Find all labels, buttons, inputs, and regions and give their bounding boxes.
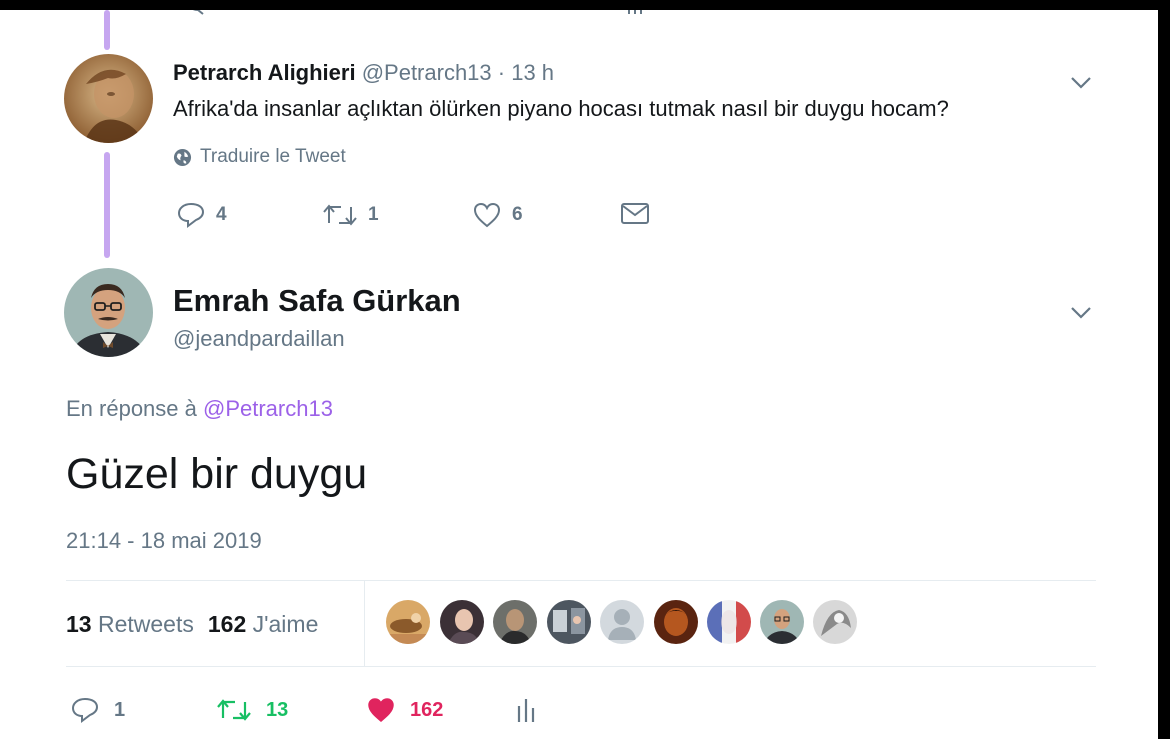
reply-count: 1 <box>114 698 126 721</box>
parent-author-handle[interactable]: @Petrarch13 <box>362 60 492 85</box>
tweet-stats: 13 Retweets 162 J'aime <box>66 611 318 638</box>
previous-tweet-actions <box>185 10 665 16</box>
parent-tweet-text: Afrika'da insanlar açlıktan ölürken piya… <box>173 96 949 121</box>
retweet-button[interactable]: 13 <box>216 696 288 724</box>
like-icon <box>473 202 501 228</box>
reply-icon <box>177 202 205 228</box>
liker-avatar[interactable] <box>654 600 698 644</box>
reply-button[interactable]: 4 <box>176 201 227 229</box>
reply-context: En réponse à @Petrarch13 <box>66 396 333 422</box>
reply-button[interactable]: 1 <box>70 696 125 724</box>
direct-message-button[interactable] <box>620 201 650 227</box>
like-button[interactable]: 162 <box>366 696 443 724</box>
analytics-button[interactable] <box>514 696 538 724</box>
tweet-actions: 1 13 162 <box>70 696 570 728</box>
retweet-icon[interactable] <box>327 10 357 16</box>
like-count: 162 <box>410 698 444 721</box>
liker-avatars <box>386 600 866 646</box>
liker-avatar[interactable] <box>760 600 804 644</box>
like-icon[interactable] <box>475 10 501 16</box>
like-icon <box>368 698 394 722</box>
tweet-timestamp[interactable]: 21:14 - 18 mai 2019 <box>66 528 262 554</box>
time-separator: · <box>491 60 512 85</box>
retweet-icon <box>217 699 251 721</box>
avatar[interactable] <box>64 54 153 143</box>
liker-avatar[interactable] <box>547 600 591 644</box>
likes-count: 162 <box>207 611 247 637</box>
translate-tweet-link[interactable]: Traduire le Tweet <box>173 146 346 168</box>
tweet-text: Güzel bir duygu <box>66 450 368 498</box>
author-name[interactable]: Emrah Safa Gürkan <box>173 283 461 319</box>
divider <box>364 581 365 666</box>
liker-avatar[interactable] <box>707 600 751 644</box>
likes-stat[interactable]: 162 J'aime <box>208 611 319 637</box>
reply-to-link[interactable]: @Petrarch13 <box>203 396 333 421</box>
parent-author-name[interactable]: Petrarch Alighieri <box>173 60 356 85</box>
translate-label: Traduire le Tweet <box>200 146 346 167</box>
retweet-count: 13 <box>266 698 289 721</box>
thread-connector-top <box>104 10 110 50</box>
divider <box>66 666 1096 667</box>
retweets-stat[interactable]: 13 Retweets <box>66 611 194 637</box>
like-button[interactable]: 6 <box>472 201 523 229</box>
tweet-thread: Petrarch Alighieri @Petrarch13 · 13 h Af… <box>0 10 1158 739</box>
parent-tweet-actions: 4 1 6 <box>176 201 676 231</box>
retweets-count: 13 <box>66 611 92 637</box>
globe-icon <box>173 148 192 166</box>
message-icon <box>621 203 649 224</box>
liker-avatar[interactable] <box>600 600 644 644</box>
analytics-icon <box>517 699 535 722</box>
reply-icon[interactable] <box>185 10 211 16</box>
reply-icon <box>71 697 99 723</box>
parent-author-line: Petrarch Alighieri @Petrarch13 · 13 h <box>173 60 554 86</box>
divider <box>66 580 1096 581</box>
like-count: 6 <box>512 204 523 225</box>
retweet-count: 1 <box>368 204 379 225</box>
thread-connector <box>104 152 110 258</box>
author-handle[interactable]: @jeandpardaillan <box>173 326 345 352</box>
liker-avatar[interactable] <box>813 600 857 644</box>
chevron-down-icon[interactable] <box>1070 306 1092 320</box>
parent-time-ago[interactable]: 13 h <box>511 60 554 85</box>
chevron-down-icon[interactable] <box>1070 76 1092 90</box>
retweet-button[interactable]: 1 <box>322 201 379 229</box>
likes-label: J'aime <box>252 611 319 637</box>
reply-count: 4 <box>216 204 227 225</box>
retweet-icon <box>323 204 357 226</box>
avatar[interactable] <box>64 268 153 357</box>
liker-avatar[interactable] <box>440 600 484 644</box>
liker-avatar[interactable] <box>493 600 537 644</box>
liker-avatar[interactable] <box>386 600 430 644</box>
reply-prefix: En réponse à <box>66 396 203 421</box>
analytics-icon[interactable] <box>625 10 645 16</box>
retweets-label: Retweets <box>97 611 194 637</box>
